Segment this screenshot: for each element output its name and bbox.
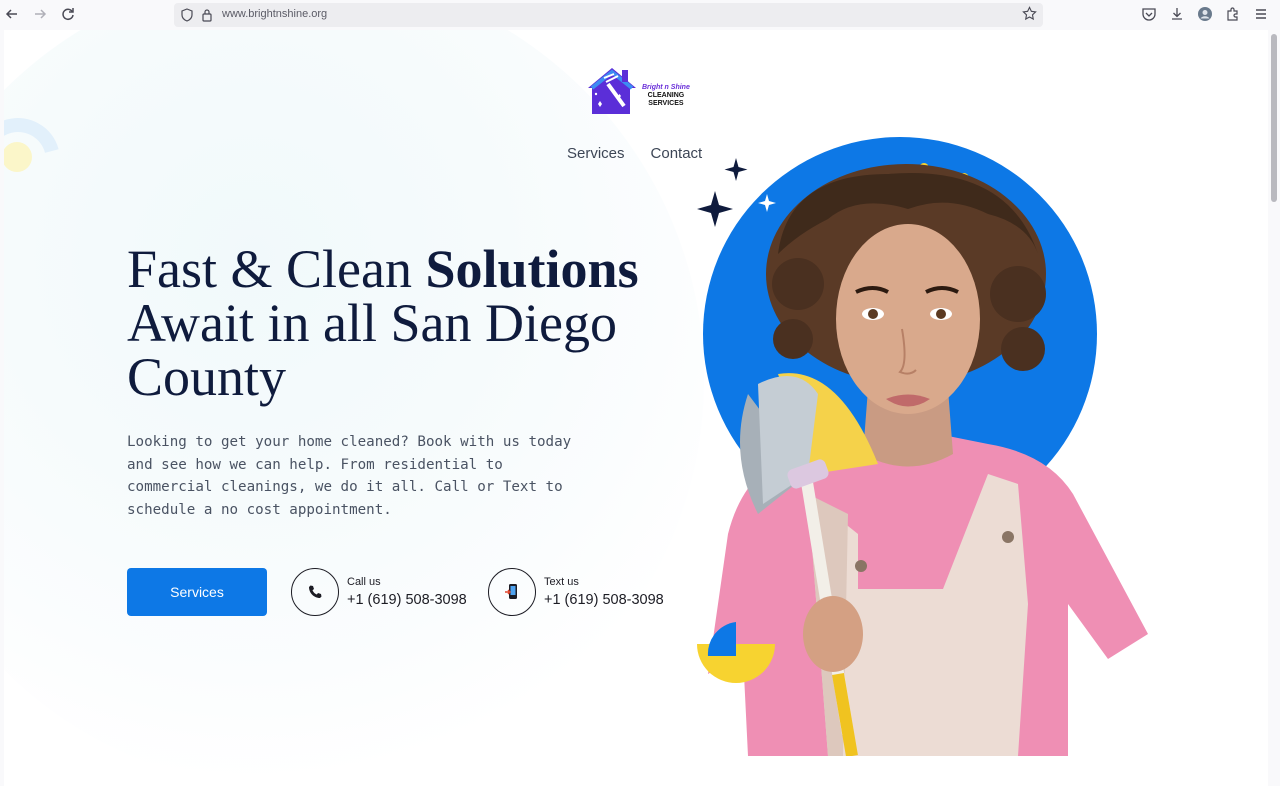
hair-curl-right-low (1001, 327, 1045, 371)
hair-curl-left-low (773, 319, 813, 359)
back-arrow-icon[interactable] (4, 6, 20, 22)
call-us-number[interactable]: +1 (619) 508-3098 (347, 592, 467, 608)
logo-brand-name: Bright n Shine (642, 84, 690, 91)
nav-link-services[interactable]: Services (567, 145, 625, 162)
call-us-contact[interactable]: Call us +1 (619) 508-3098 (291, 568, 467, 616)
hero-description: Looking to get your home cleaned? Book w… (127, 434, 572, 519)
browser-toolbar: www.brightnshine.org (0, 0, 1280, 30)
text-us-contact[interactable]: Text us +1 (619) 508-3098 (488, 568, 664, 616)
text-us-label: Text us (544, 576, 579, 588)
hair-curl-right (990, 266, 1046, 322)
iris-right (936, 309, 946, 319)
menu-icon[interactable] (1253, 6, 1269, 22)
main-nav: Services Contact (567, 145, 702, 162)
forward-arrow-icon[interactable] (32, 6, 48, 22)
call-us-text: Call us +1 (619) 508-3098 (347, 576, 467, 608)
bookmark-star-icon[interactable] (1022, 6, 1037, 24)
background-ripple (4, 30, 704, 786)
shield-icon[interactable] (180, 8, 194, 22)
logo-line-cleaning: CLEANING (647, 92, 685, 99)
pocket-icon[interactable] (1141, 6, 1157, 22)
iris-left (868, 309, 878, 319)
text-us-text: Text us +1 (619) 508-3098 (544, 576, 664, 608)
face (836, 224, 980, 414)
account-avatar-icon[interactable] (1197, 6, 1213, 22)
hero-headline: Fast & Clean Solutions Await in all San D… (127, 242, 707, 404)
hand (803, 596, 863, 672)
url-text[interactable]: www.brightnshine.org (222, 8, 327, 20)
mobile-phone-icon[interactable] (488, 568, 536, 616)
logo-line-services: SERVICES (648, 100, 684, 107)
web-page: Bright n Shine CLEANING SERVICES Service… (4, 30, 1268, 786)
scrollbar-thumb[interactable] (1271, 34, 1277, 202)
hero-illustration (697, 137, 1148, 756)
hair-curl-left (772, 258, 824, 310)
download-icon[interactable] (1169, 6, 1185, 22)
site-logo[interactable]: Bright n Shine CLEANING SERVICES (584, 64, 694, 116)
lock-icon[interactable] (200, 8, 214, 22)
page-scrollbar[interactable] (1268, 30, 1280, 786)
apron-button-left (855, 560, 867, 572)
call-us-label: Call us (347, 576, 381, 588)
address-bar[interactable]: www.brightnshine.org (174, 3, 1043, 27)
text-us-number[interactable]: +1 (619) 508-3098 (544, 592, 664, 608)
phone-icon[interactable] (291, 568, 339, 616)
house-logo-icon (588, 68, 636, 114)
extensions-icon[interactable] (1225, 6, 1241, 22)
headline-bold-word: Solutions (425, 239, 639, 299)
logo-wordmark: Bright n Shine CLEANING SERVICES (642, 84, 690, 108)
headline-part-1: Fast & Clean (127, 239, 426, 299)
headline-part-2: Await in all San Diego County (127, 293, 617, 407)
apron-button-right (1002, 531, 1014, 543)
sparkle-small-icon (724, 158, 748, 181)
sparkle-large-icon (697, 191, 733, 227)
reload-icon[interactable] (60, 6, 76, 22)
services-button[interactable]: Services (127, 568, 267, 616)
